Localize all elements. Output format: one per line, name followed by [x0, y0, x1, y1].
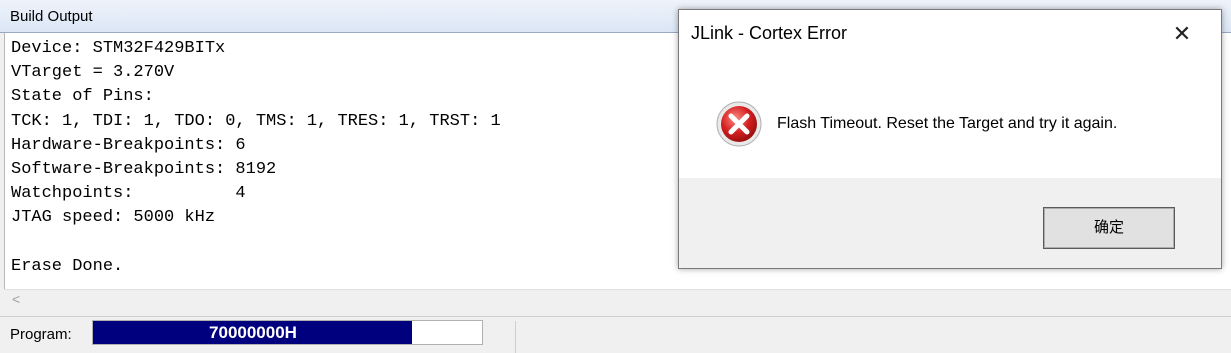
dialog-footer: 确定 — [679, 178, 1221, 268]
output-line: Watchpoints: 4 — [11, 184, 246, 204]
close-icon[interactable]: ✕ — [1167, 20, 1197, 50]
program-label: Program: — [10, 326, 72, 343]
status-bar: Program: 70000000H — [0, 316, 1231, 353]
output-line: Erase Done. — [11, 256, 124, 276]
output-line: VTarget = 3.270V — [11, 63, 175, 83]
scroll-left-icon[interactable]: < — [12, 291, 20, 307]
output-line: Device: STM32F429BITx — [11, 39, 226, 58]
output-line: JTAG speed: 5000 kHz — [11, 208, 216, 228]
horizontal-scrollbar[interactable]: < — [4, 289, 1231, 310]
ok-button[interactable]: 确定 — [1043, 207, 1175, 249]
error-icon — [716, 101, 762, 147]
output-line: Software-Breakpoints: 8192 — [11, 160, 277, 180]
dialog-message: Flash Timeout. Reset the Target and try … — [777, 115, 1118, 132]
output-line: State of Pins: — [11, 87, 154, 107]
program-progress-bar: 70000000H — [92, 320, 483, 345]
error-dialog: JLink - Cortex Error ✕ Flash Timeout. Re… — [678, 9, 1222, 269]
output-line: Hardware-Breakpoints: 6 — [11, 135, 246, 155]
panel-title: Build Output — [10, 8, 93, 25]
progress-text: 70000000H — [209, 323, 297, 342]
status-separator — [515, 321, 516, 353]
dialog-title: JLink - Cortex Error — [691, 23, 848, 43]
output-line: TCK: 1, TDI: 1, TDO: 0, TMS: 1, TRES: 1,… — [11, 111, 501, 131]
